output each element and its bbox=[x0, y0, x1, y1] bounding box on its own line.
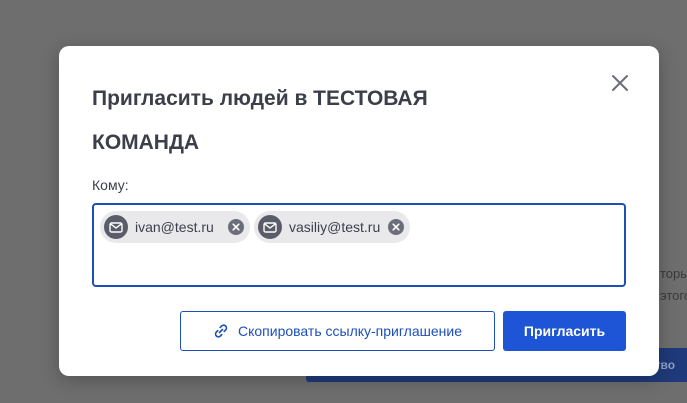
invite-button[interactable]: Пригласить bbox=[503, 311, 626, 351]
copy-invite-link-button[interactable]: Скопировать ссылку-приглашение bbox=[180, 311, 495, 351]
copy-link-label: Скопировать ссылку-приглашение bbox=[238, 323, 462, 339]
mail-icon bbox=[104, 215, 128, 239]
recipient-email: ivan@test.ru bbox=[135, 219, 214, 235]
recipient-chip: ivan@test.ru bbox=[100, 211, 250, 243]
link-icon bbox=[213, 323, 229, 339]
invite-label: Пригласить bbox=[523, 323, 606, 339]
remove-recipient-button[interactable] bbox=[388, 219, 404, 235]
remove-icon bbox=[228, 219, 244, 235]
background-text: торы bbox=[660, 266, 687, 281]
close-button[interactable] bbox=[609, 72, 631, 94]
remove-icon bbox=[388, 219, 404, 235]
recipient-email: vasiliy@test.ru bbox=[289, 219, 381, 235]
mail-icon bbox=[258, 215, 282, 239]
invite-dialog: Пригласить людей в ТЕСТОВАЯ КОМАНДА Кому… bbox=[59, 46, 659, 376]
recipient-chip: vasiliy@test.ru bbox=[254, 211, 410, 243]
recipients-input[interactable]: ivan@test.ru vasiliy@test.ru bbox=[92, 203, 626, 287]
dialog-title: Пригласить людей в ТЕСТОВАЯ КОМАНДА bbox=[92, 87, 428, 154]
close-icon bbox=[612, 75, 628, 91]
background-text: этого bbox=[660, 288, 687, 303]
to-label: Кому: bbox=[92, 177, 129, 193]
remove-recipient-button[interactable] bbox=[228, 219, 244, 235]
